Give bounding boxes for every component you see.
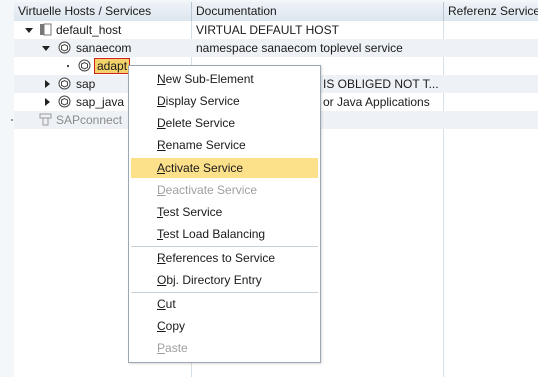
- tree-node-label: sap: [76, 77, 96, 91]
- menu-item-label: aste: [165, 341, 188, 355]
- menu-item-label: ename Service: [165, 138, 246, 152]
- mnemonic: D: [157, 183, 166, 197]
- leaf-bullet-icon: [11, 119, 13, 121]
- menu-item-deactivate-service: Deactivate Service: [131, 180, 318, 200]
- menu-item-label: eactivate Service: [165, 183, 258, 197]
- mnemonic: R: [157, 251, 166, 265]
- menu-item-activate-service[interactable]: Activate Service: [131, 158, 318, 178]
- menu-item-rename-service[interactable]: Rename Service: [131, 135, 318, 155]
- menu-item-delete-service[interactable]: Delete Service: [131, 113, 318, 133]
- expand-down-icon[interactable]: [42, 46, 50, 51]
- documentation-cell: or Java Applications: [323, 95, 430, 109]
- mnemonic: C: [157, 297, 166, 311]
- service-package-icon: [58, 41, 71, 54]
- tree-node-label: sap_java: [76, 95, 125, 109]
- tree-row-sanaecom[interactable]: sanaecom namespace sanaecom toplevel ser…: [14, 39, 538, 57]
- mnemonic: C: [157, 319, 166, 333]
- menu-item-label: ut: [165, 297, 176, 311]
- menu-item-cut[interactable]: Cut: [131, 294, 318, 314]
- menu-item-label: est Load Balancing: [163, 227, 266, 241]
- menu-item-new-sub-element[interactable]: New Sub-Element: [131, 69, 318, 89]
- mnemonic: R: [157, 138, 166, 152]
- tree-node-label: sanaecom: [76, 41, 132, 55]
- service-package-icon: [58, 77, 71, 90]
- column-header-documentation[interactable]: Documentation: [192, 2, 444, 21]
- column-header-bar: Virtuelle Hosts / Services Documentation…: [14, 2, 538, 22]
- column-header-hosts[interactable]: Virtuelle Hosts / Services: [14, 2, 192, 21]
- menu-item-paste: Paste: [131, 338, 318, 358]
- tree-row-default-host[interactable]: default_host VIRTUAL DEFAULT HOST: [14, 21, 538, 39]
- menu-item-test-load-balancing[interactable]: Test Load Balancing: [131, 224, 318, 244]
- host-icon: [39, 23, 52, 36]
- menu-separator: [131, 292, 318, 293]
- mnemonic: O: [157, 273, 167, 287]
- service-package-icon: [78, 59, 91, 72]
- expand-down-icon[interactable]: [25, 28, 33, 33]
- tree-node-label: default_host: [56, 23, 122, 37]
- service-tree-panel: Virtuelle Hosts / Services Documentation…: [0, 0, 538, 377]
- tree-node-label-selected[interactable]: adapt: [94, 58, 131, 74]
- menu-item-references-to-service[interactable]: References to Service: [131, 248, 318, 268]
- expand-right-icon[interactable]: [45, 80, 50, 88]
- menu-item-label: isplay Service: [165, 94, 240, 108]
- mnemonic: N: [157, 72, 166, 86]
- documentation-cell: namespace sanaecom toplevel service: [196, 41, 403, 55]
- mnemonic: D: [157, 94, 166, 108]
- service-package-icon: [58, 95, 71, 108]
- menu-item-label: elete Service: [165, 116, 236, 130]
- mnemonic: P: [157, 341, 166, 355]
- menu-item-label: eferences to Service: [165, 251, 276, 265]
- menu-item-copy[interactable]: Copy: [131, 316, 318, 336]
- expand-right-icon[interactable]: [45, 98, 50, 106]
- context-menu: New Sub-Element Display Service Delete S…: [128, 65, 321, 363]
- tree-node-label: SAPconnect: [56, 113, 123, 127]
- column-header-reference[interactable]: Referenz Service: [444, 2, 538, 21]
- mnemonic: A: [157, 161, 166, 175]
- menu-item-label: bj. Directory Entry: [166, 273, 262, 287]
- leaf-bullet-icon: [67, 65, 69, 67]
- menu-separator: [131, 246, 318, 247]
- menu-item-label: ew Sub-Element: [165, 72, 254, 86]
- menu-item-label: est Service: [163, 205, 223, 219]
- menu-item-test-service[interactable]: Test Service: [131, 202, 318, 222]
- menu-item-obj-directory-entry[interactable]: Obj. Directory Entry: [131, 270, 318, 290]
- mnemonic: D: [157, 116, 166, 130]
- documentation-cell: IS OBLIGED NOT T...: [323, 77, 439, 91]
- menu-item-label: ctivate Service: [165, 161, 244, 175]
- documentation-cell: VIRTUAL DEFAULT HOST: [196, 23, 339, 37]
- menu-item-display-service[interactable]: Display Service: [131, 91, 318, 111]
- connect-icon: [39, 113, 52, 126]
- menu-item-label: opy: [165, 319, 186, 333]
